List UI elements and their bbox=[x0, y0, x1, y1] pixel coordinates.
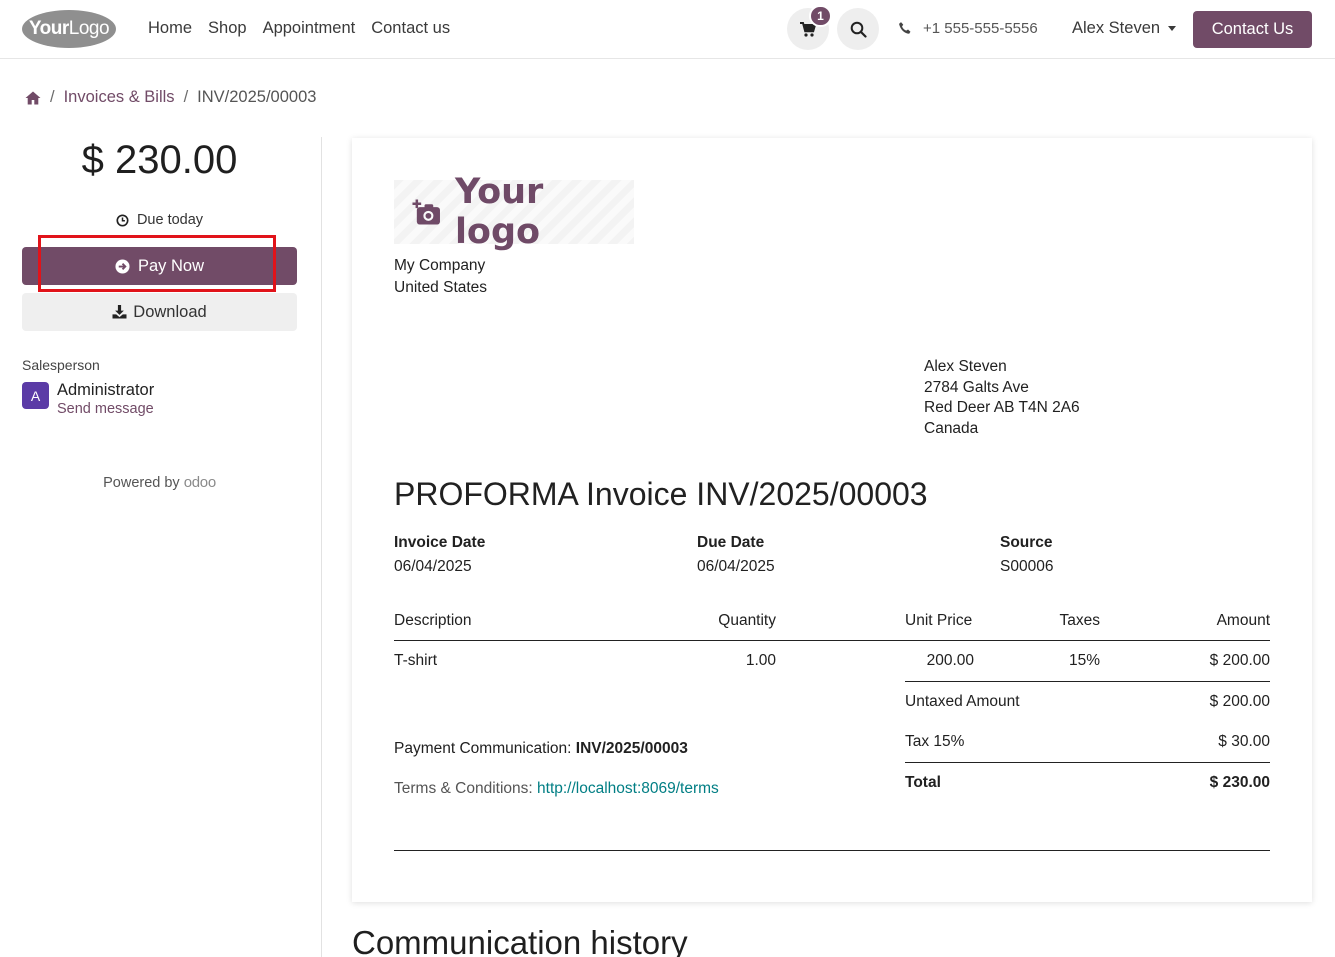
user-name: Alex Steven bbox=[1072, 19, 1161, 37]
phone-number: +1 555-555-5556 bbox=[923, 20, 1038, 37]
breadcrumb: / Invoices & Bills / INV/2025/00003 bbox=[25, 88, 316, 107]
invoice-document: Your logo My Company United States Alex … bbox=[352, 138, 1312, 902]
search-button[interactable] bbox=[837, 8, 879, 50]
camera-plus-icon bbox=[412, 199, 440, 225]
terms-link[interactable]: http://localhost:8069/terms bbox=[537, 780, 719, 797]
cart-count-badge: 1 bbox=[809, 5, 832, 27]
due-date-block: Due Date 06/04/2025 bbox=[697, 531, 775, 579]
invoice-date-label: Invoice Date bbox=[394, 534, 486, 551]
logo-text-bold: Your bbox=[28, 18, 69, 39]
source-label: Source bbox=[1000, 534, 1053, 551]
source-value: S00006 bbox=[1000, 558, 1054, 575]
due-status: Due today bbox=[22, 212, 297, 228]
logo-placeholder-text: Your logo bbox=[454, 172, 544, 252]
phone-contact[interactable]: +1 555-555-5556 bbox=[898, 20, 1038, 37]
customer-street: 2784 Galts Ave bbox=[924, 378, 1029, 396]
customer-name: Alex Steven bbox=[924, 358, 1007, 375]
invoice-date-block: Invoice Date 06/04/2025 bbox=[394, 531, 485, 579]
clock-icon bbox=[116, 213, 129, 227]
due-date-label: Due Date bbox=[697, 534, 765, 551]
line-amount: $ 200.00 bbox=[1209, 652, 1270, 669]
main-nav: Home Shop Appointment Contact us bbox=[148, 19, 450, 38]
col-amount: Amount bbox=[1216, 612, 1270, 629]
nav-contact-us[interactable]: Contact us bbox=[371, 19, 450, 38]
company-logo-placeholder: Your logo bbox=[394, 172, 634, 252]
breadcrumb-separator: / bbox=[50, 88, 55, 106]
invoice-title: PROFORMA Invoice INV/2025/00003 bbox=[394, 476, 928, 512]
download-label: Download bbox=[133, 302, 207, 321]
search-icon bbox=[850, 21, 867, 38]
invoice-lines-header: Description Quantity Unit Price Taxes Am… bbox=[394, 612, 1270, 641]
payment-communication-value: INV/2025/00003 bbox=[575, 740, 688, 757]
due-date-value: 06/04/2025 bbox=[697, 558, 775, 575]
breadcrumb-separator: / bbox=[183, 88, 189, 106]
site-header: Your Logo Home Shop Appointment Contact u… bbox=[0, 0, 1335, 59]
payment-communication-label: Payment Communication: bbox=[394, 740, 572, 757]
nav-home[interactable]: Home bbox=[148, 19, 192, 38]
line-description: T-shirt bbox=[394, 652, 438, 669]
line-unit-price: 200.00 bbox=[926, 652, 974, 669]
line-taxes: 15% bbox=[1068, 652, 1100, 669]
powered-by-text: Powered by bbox=[103, 475, 180, 491]
breadcrumb-invoices-bills[interactable]: Invoices & Bills bbox=[64, 88, 175, 107]
customer-city: Red Deer AB T4N 2A6 bbox=[924, 399, 1080, 416]
line-quantity: 1.00 bbox=[745, 652, 776, 669]
sidebar-divider bbox=[321, 137, 322, 957]
source-block: Source S00006 bbox=[1000, 531, 1053, 579]
contact-us-button[interactable]: Contact Us bbox=[1193, 11, 1312, 48]
table-row: T-shirt 1.00 200.00 15% $ 200.00 bbox=[394, 652, 1270, 676]
terms-conditions: Terms & Conditions: http://localhost:806… bbox=[394, 780, 719, 798]
phone-icon bbox=[899, 22, 911, 34]
company-address: My Company United States bbox=[394, 255, 487, 299]
nav-appointment[interactable]: Appointment bbox=[263, 19, 356, 38]
untaxed-label: Untaxed Amount bbox=[905, 693, 1020, 710]
salesperson-name: Administrator bbox=[57, 381, 155, 399]
totals-divider bbox=[905, 681, 1270, 682]
send-message-link[interactable]: Send message bbox=[57, 401, 154, 417]
col-taxes: Taxes bbox=[1059, 612, 1101, 629]
col-quantity: Quantity bbox=[718, 612, 776, 629]
powered-by: Powered by odoo bbox=[22, 474, 297, 491]
due-text: Due today bbox=[136, 212, 204, 228]
invoice-date-value: 06/04/2025 bbox=[394, 558, 472, 575]
total-value: $ 230.00 bbox=[1209, 774, 1270, 791]
avatar: A bbox=[22, 382, 49, 409]
terms-label: Terms & Conditions: bbox=[394, 780, 533, 797]
communication-history-title: Communication history bbox=[352, 924, 688, 957]
totals-divider bbox=[905, 762, 1270, 763]
col-unit-price: Unit Price bbox=[905, 612, 973, 629]
site-logo[interactable]: Your Logo bbox=[22, 10, 116, 48]
customer-country: Canada bbox=[924, 419, 979, 437]
amount-due: $ 230.00 bbox=[81, 138, 238, 182]
odoo-logo[interactable]: odoo bbox=[184, 474, 216, 491]
nav-shop[interactable]: Shop bbox=[208, 19, 247, 38]
logo-text-light: Logo bbox=[68, 18, 110, 39]
customer-address: Alex Steven 2784 Galts Ave Red Deer AB T… bbox=[924, 357, 1080, 439]
download-button[interactable]: Download bbox=[22, 293, 297, 331]
total-row: Total $ 230.00 bbox=[905, 774, 1270, 792]
tax-value: $ 30.00 bbox=[1218, 733, 1270, 750]
document-footer-line bbox=[394, 850, 1270, 851]
download-icon bbox=[112, 305, 127, 319]
home-icon[interactable] bbox=[25, 91, 41, 105]
arrow-circle-right-icon bbox=[115, 258, 130, 274]
salesperson-label: Salesperson bbox=[22, 357, 100, 373]
company-name: My Company bbox=[394, 257, 486, 274]
pay-now-button[interactable]: Pay Now bbox=[22, 247, 297, 285]
total-label: Total bbox=[905, 774, 941, 791]
pay-now-label: Pay Now bbox=[137, 256, 205, 275]
payment-communication: Payment Communication: INV/2025/00003 bbox=[394, 740, 688, 758]
breadcrumb-current: INV/2025/00003 bbox=[197, 88, 317, 106]
user-menu-dropdown[interactable]: Alex Steven bbox=[1072, 19, 1177, 38]
untaxed-row: Untaxed Amount $ 200.00 bbox=[905, 693, 1270, 711]
tax-label: Tax 15% bbox=[905, 733, 965, 750]
col-description: Description bbox=[394, 612, 472, 629]
untaxed-value: $ 200.00 bbox=[1209, 693, 1270, 710]
tax-row: Tax 15% $ 30.00 bbox=[905, 733, 1270, 751]
caret-down-icon bbox=[1168, 26, 1177, 31]
company-country: United States bbox=[394, 279, 488, 296]
